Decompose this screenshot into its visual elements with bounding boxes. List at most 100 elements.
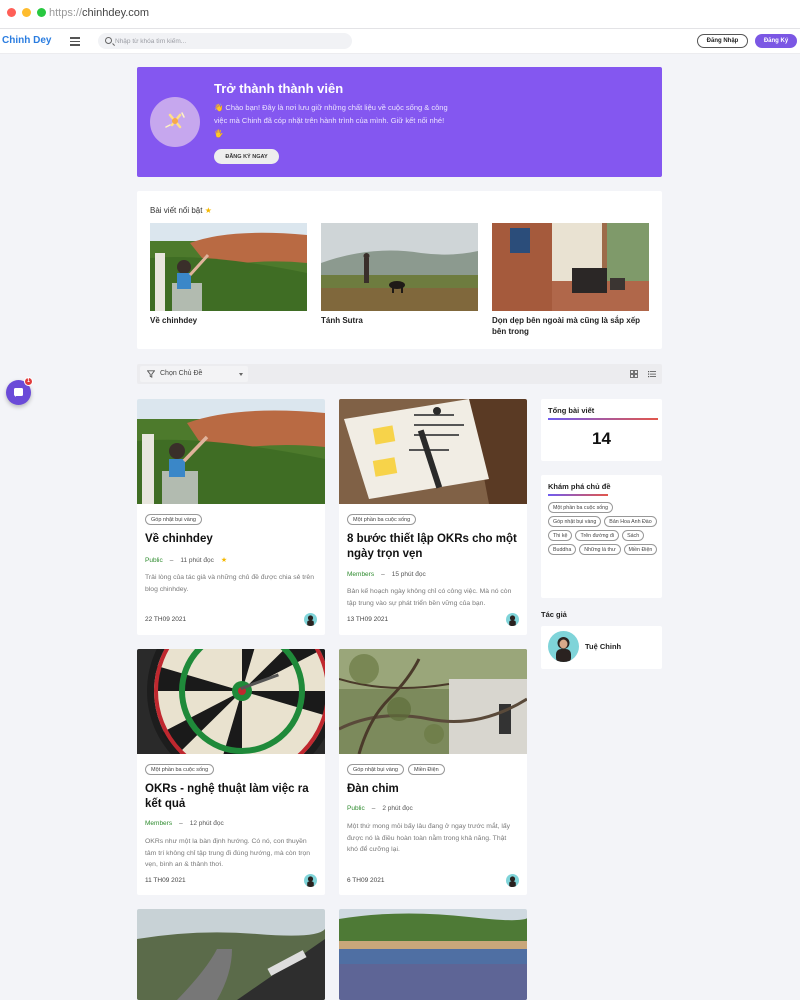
post-read-time: 12 phút đọc — [189, 820, 224, 827]
author-card[interactable]: Tuệ Chinh — [541, 626, 662, 669]
post-meta: Public – 2 phút đọc — [347, 805, 413, 812]
grid-view-icon[interactable] — [630, 370, 638, 378]
post-visibility: Public — [145, 556, 163, 564]
post-image[interactable] — [137, 649, 325, 754]
topic-tag[interactable]: Buddha — [548, 544, 577, 555]
author-avatar[interactable] — [304, 613, 317, 626]
topic-tag[interactable]: Miền Điện — [623, 544, 658, 555]
post-excerpt: Bản kế hoạch ngày không chỉ có công việc… — [347, 588, 512, 607]
total-posts-widget: Tổng bài viết 14 — [541, 399, 662, 461]
close-window-button[interactable] — [7, 8, 16, 17]
post-card[interactable]: Một phần ba cuộc sống 8 bước thiết lập O… — [339, 399, 527, 635]
banner-title: Trở thành thành viên — [214, 81, 344, 96]
post-date: 22 TH09 2021 — [145, 616, 187, 623]
post-excerpt: Một thứ mong mỏi bấy lâu đang ở ngay trư… — [347, 823, 511, 853]
login-button[interactable]: Đăng Nhập — [697, 34, 748, 48]
author-avatar[interactable] — [506, 874, 519, 887]
url-host: chinhdey.com — [82, 7, 150, 19]
post-title[interactable]: 8 bước thiết lập OKRs cho một ngày trọn … — [347, 532, 519, 561]
post-card[interactable]: Góp nhặt bụi vàng Miền Điện Đàn chim Pub… — [339, 649, 527, 895]
meta-separator: – — [381, 571, 385, 578]
post-tag[interactable]: Miền Điện — [407, 764, 445, 775]
post-image[interactable] — [339, 909, 527, 1000]
banner-text: 👋 Chào bạn! Đây là nơi lưu giữ những chấ… — [214, 103, 448, 138]
featured-title[interactable]: Dọn dẹp bên ngoài mà cũng là sắp xếp bên… — [492, 316, 649, 337]
post-meta: Public – 11 phút đọc ★ — [145, 556, 228, 565]
post-visibility: Members — [145, 820, 173, 827]
post-title[interactable]: OKRs - nghệ thuật làm việc ra kết quả — [145, 782, 317, 811]
post-image[interactable] — [137, 399, 325, 504]
post-date: 11 TH09 2021 — [145, 877, 186, 884]
author-avatar[interactable] — [548, 631, 579, 662]
featured-title[interactable]: Về chinhdey — [150, 316, 307, 327]
topic-select[interactable]: Chọn Chủ Đề — [140, 366, 248, 382]
post-title[interactable]: Về chinhdey — [145, 532, 317, 547]
post-excerpt: OKRs như một la bàn định hướng. Có nó, c… — [145, 838, 311, 868]
featured-image-room[interactable] — [492, 223, 649, 311]
chat-icon — [14, 388, 23, 397]
topic-tag[interactable]: Trên đường đi — [575, 530, 620, 541]
topics-title: Khám phá chủ đề — [548, 482, 611, 491]
author-avatar[interactable] — [304, 874, 317, 887]
post-visibility: Public — [347, 805, 365, 812]
topic-tag[interactable]: Những lá thư — [579, 544, 621, 555]
address-bar[interactable]: https://chinhdey.com — [49, 7, 149, 19]
star-icon: ★ — [204, 206, 212, 215]
featured-title[interactable]: Tánh Sutra — [321, 316, 478, 327]
topic-tag[interactable]: Một phần ba cuộc sống — [548, 502, 614, 513]
post-card[interactable] — [137, 909, 325, 1000]
post-tag[interactable]: Một phần ba cuộc sống — [145, 764, 215, 775]
post-image[interactable] — [339, 649, 527, 754]
featured-image-field[interactable] — [321, 223, 478, 311]
post-image[interactable] — [339, 399, 527, 504]
featured-posts: Bài viết nổi bật ★ Về chinhdey Tánh Sutr… — [137, 191, 662, 349]
topic-tag[interactable]: Sách — [622, 530, 645, 541]
membership-emblem — [150, 97, 200, 147]
post-visibility: Members — [347, 571, 375, 578]
author-name[interactable]: Tuệ Chinh — [585, 642, 621, 651]
featured-item[interactable]: Tánh Sutra — [321, 223, 478, 327]
post-card[interactable]: Một phần ba cuộc sống OKRs - nghệ thuật … — [137, 649, 325, 895]
topic-tag[interactable]: Góp nhặt bụi vàng — [548, 516, 602, 527]
topic-cloud: Một phần ba cuộc sống Góp nhặt bụi vàng … — [548, 502, 658, 555]
signup-button[interactable]: Đăng Ký — [755, 34, 797, 48]
post-tag[interactable]: Góp nhặt bụi vàng — [145, 514, 202, 525]
membership-banner: Trở thành thành viên 👋 Chào bạn! Đây là … — [137, 67, 662, 177]
post-card[interactable] — [339, 909, 527, 1000]
list-view-icon[interactable] — [648, 370, 656, 378]
chat-button[interactable]: 1 — [6, 377, 33, 405]
author-avatar[interactable] — [506, 613, 519, 626]
post-card[interactable]: Góp nhặt bụi vàng Về chinhdey Public – 1… — [137, 399, 325, 635]
post-date: 13 TH09 2021 — [347, 616, 389, 623]
topic-tag[interactable]: Bản Hoa Anh Đào — [604, 516, 657, 527]
post-image[interactable] — [137, 909, 325, 1000]
meta-separator: – — [169, 556, 174, 564]
search-input[interactable] — [115, 35, 345, 47]
featured-item[interactable]: Về chinhdey — [150, 223, 307, 327]
post-read-time: 2 phút đọc — [382, 805, 413, 812]
search-bar[interactable] — [98, 33, 352, 49]
total-posts-count: 14 — [592, 429, 611, 448]
post-tag[interactable]: Góp nhặt bụi vàng — [347, 764, 404, 775]
post-date: 6 TH09 2021 — [347, 877, 385, 884]
topic-select-label: Chọn Chủ Đề — [160, 370, 203, 377]
post-meta: Members – 12 phút đọc — [145, 820, 224, 827]
post-title[interactable]: Đàn chim — [347, 782, 519, 797]
search-icon — [105, 37, 112, 44]
minimize-window-button[interactable] — [22, 8, 31, 17]
site-logo[interactable]: Chinh Dey — [2, 35, 51, 46]
filter-bar: Chọn Chủ Đề — [137, 364, 662, 384]
banner-signup-button[interactable]: ĐĂNG KÝ NGAY — [214, 149, 279, 164]
topic-tag[interactable]: Thi kệ — [548, 530, 573, 541]
featured-item[interactable]: Dọn dẹp bên ngoài mà cũng là sắp xếp bên… — [492, 223, 649, 337]
funnel-icon — [147, 370, 155, 378]
post-tags: Một phần ba cuộc sống — [347, 514, 417, 525]
post-excerpt: Trải lòng của tác giả và những chủ đề đư… — [145, 574, 314, 593]
title-divider — [548, 494, 608, 496]
meta-separator: – — [371, 805, 376, 812]
post-tag[interactable]: Một phần ba cuộc sống — [347, 514, 417, 525]
featured-image-cliff[interactable] — [150, 223, 307, 311]
maximize-window-button[interactable] — [37, 8, 46, 17]
menu-icon[interactable] — [70, 37, 80, 46]
star-icon: ★ — [220, 557, 228, 564]
